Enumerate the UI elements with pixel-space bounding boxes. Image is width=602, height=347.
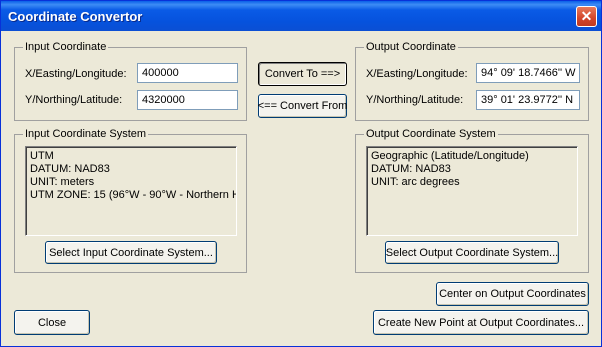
convert-from-button[interactable]: <== Convert From <box>258 94 347 118</box>
output-y-label: Y/Northing/Latitude: <box>366 94 464 106</box>
input-system-legend: Input Coordinate System <box>23 128 149 141</box>
input-coordinate-group: Input Coordinate X/Easting/Longitude: 40… <box>14 41 247 121</box>
input-x-field[interactable]: 400000 <box>137 63 238 83</box>
input-y-label: Y/Northing/Latitude: <box>25 94 123 106</box>
output-system-line: Geographic (Latitude/Longitude) <box>371 150 529 162</box>
select-output-system-button[interactable]: Select Output Coordinate System... <box>385 241 559 264</box>
output-coordinate-legend: Output Coordinate <box>364 41 458 54</box>
center-on-output-button[interactable]: Center on Output Coordinates <box>436 282 589 306</box>
output-y-field[interactable]: 39° 01' 23.9772'' N <box>476 90 580 110</box>
output-system-line: UNIT: arc degrees <box>371 176 460 188</box>
input-x-label: X/Easting/Longitude: <box>25 68 127 80</box>
coordinate-convertor-dialog: Coordinate Convertor ✕ Input Coordinate … <box>0 0 602 347</box>
input-system-line: DATUM: NAD83 <box>30 163 110 175</box>
output-coordinate-group: Output Coordinate X/Easting/Longitude: 9… <box>355 41 589 121</box>
input-system-description: UTM DATUM: NAD83 UNIT: meters UTM ZONE: … <box>25 146 237 236</box>
output-x-label: X/Easting/Longitude: <box>366 68 468 80</box>
input-system-line: UNIT: meters <box>30 176 95 188</box>
close-button[interactable]: Close <box>14 310 90 335</box>
output-system-description: Geographic (Latitude/Longitude) DATUM: N… <box>366 146 578 236</box>
output-x-field[interactable]: 94° 09' 18.7466'' W <box>476 63 580 83</box>
input-y-field[interactable]: 4320000 <box>137 90 238 110</box>
create-new-point-button[interactable]: Create New Point at Output Coordinates..… <box>373 310 589 335</box>
select-input-system-button[interactable]: Select Input Coordinate System... <box>45 241 217 264</box>
close-window-button[interactable]: ✕ <box>576 6 597 27</box>
output-system-legend: Output Coordinate System <box>364 128 498 141</box>
input-system-group: Input Coordinate System UTM DATUM: NAD83… <box>14 128 247 273</box>
convert-to-button[interactable]: Convert To ==> <box>258 62 347 86</box>
close-icon: ✕ <box>580 8 593 24</box>
input-system-line: UTM <box>30 150 54 162</box>
window-title: Coordinate Convertor <box>8 9 143 24</box>
output-system-line: DATUM: NAD83 <box>371 163 451 175</box>
input-system-line: UTM ZONE: 15 (96°W - 90°W - Northern H <box>30 189 237 201</box>
title-bar: Coordinate Convertor ✕ <box>1 1 601 31</box>
input-coordinate-legend: Input Coordinate <box>23 41 109 54</box>
output-system-group: Output Coordinate System Geographic (Lat… <box>355 128 589 273</box>
